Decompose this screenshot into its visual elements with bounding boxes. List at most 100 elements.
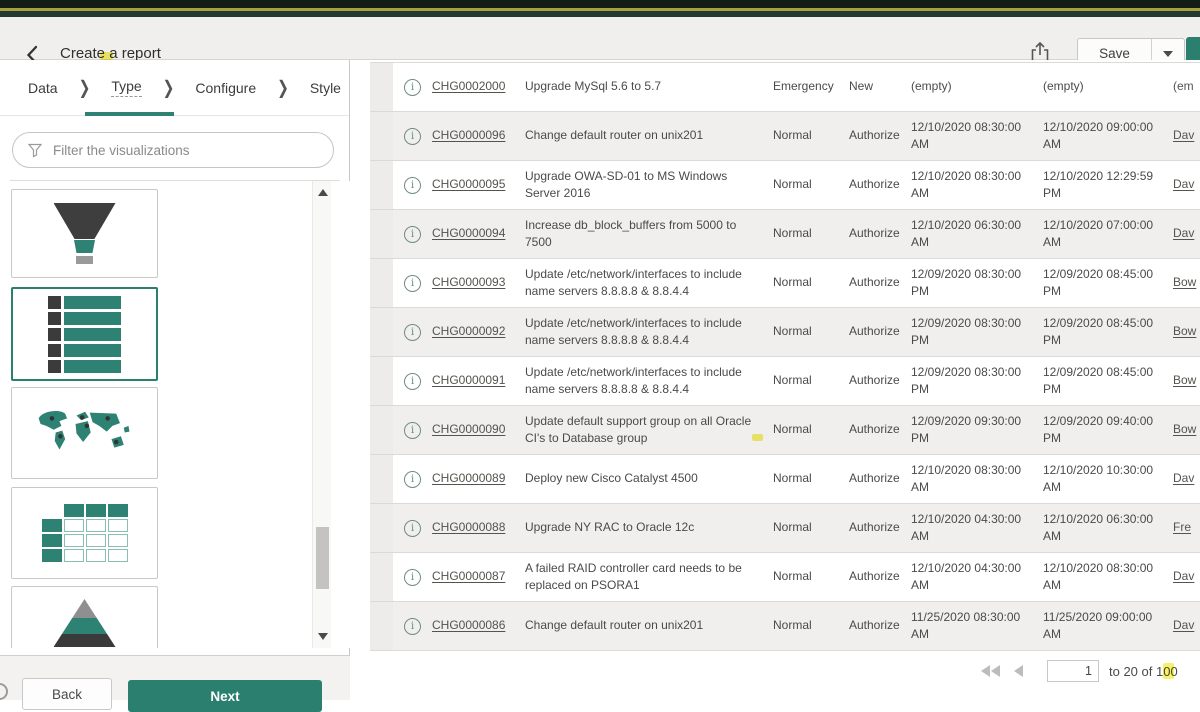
assigned-to-link[interactable]: Dav xyxy=(1173,568,1194,585)
row-info-cell: i xyxy=(393,259,432,307)
viz-card-map[interactable] xyxy=(11,387,158,479)
world-map-icon xyxy=(33,406,137,460)
viz-card-funnel[interactable] xyxy=(11,189,158,278)
state-cell: Authorize xyxy=(849,308,911,356)
change-number-cell: CHG0002000 xyxy=(432,63,525,111)
priority-cell: Normal xyxy=(773,357,849,405)
change-number-cell: CHG0000088 xyxy=(432,504,525,552)
step-data[interactable]: Data xyxy=(28,80,58,96)
viz-card-heatmap[interactable] xyxy=(11,487,158,579)
funnel-chart-icon xyxy=(54,203,116,264)
app-header: Create a report Save xyxy=(0,17,1200,60)
assigned-to-cell: Dav xyxy=(1173,210,1200,258)
info-icon[interactable]: i xyxy=(404,128,421,145)
assigned-to-link[interactable]: Fre xyxy=(1173,519,1191,536)
first-page-button[interactable] xyxy=(981,665,1000,677)
chevron-right-icon: ❯ xyxy=(277,76,289,98)
assigned-to-cell: Bow xyxy=(1173,259,1200,307)
priority-cell: Normal xyxy=(773,112,849,160)
assigned-to-link[interactable]: Dav xyxy=(1173,617,1194,634)
change-number-cell: CHG0000087 xyxy=(432,553,525,601)
assigned-to-link[interactable]: Bow xyxy=(1173,274,1196,291)
list-chart-icon xyxy=(48,296,121,373)
info-icon[interactable]: i xyxy=(404,275,421,292)
change-number-link[interactable]: CHG0000094 xyxy=(432,225,505,242)
row-gutter xyxy=(370,210,393,258)
assigned-to-link[interactable]: Dav xyxy=(1173,127,1194,144)
assigned-to-link[interactable]: Bow xyxy=(1173,421,1196,438)
change-number-link[interactable]: CHG0000088 xyxy=(432,519,505,536)
viz-card-list[interactable] xyxy=(11,287,158,381)
filter-input[interactable] xyxy=(53,143,333,158)
table-row: i CHG0000087 A failed RAID controller ca… xyxy=(370,553,1200,602)
assigned-to-link[interactable]: Bow xyxy=(1173,372,1196,389)
planned-start-cell: 12/09/2020 08:30:00 PM xyxy=(911,357,1043,405)
info-icon[interactable]: i xyxy=(404,471,421,488)
change-number-link[interactable]: CHG0000089 xyxy=(432,470,505,487)
change-number-cell: CHG0000086 xyxy=(432,602,525,650)
planned-end-cell: 11/25/2020 09:00:00 AM xyxy=(1043,602,1173,650)
visualization-filter[interactable] xyxy=(12,132,334,168)
row-info-cell: i xyxy=(393,63,432,111)
row-gutter xyxy=(370,455,393,503)
assigned-to-link[interactable]: Dav xyxy=(1173,225,1194,242)
info-icon[interactable]: i xyxy=(404,79,421,96)
priority-cell: Emergency xyxy=(773,63,849,111)
panel-scrollbar[interactable] xyxy=(312,181,331,648)
state-cell: Authorize xyxy=(849,553,911,601)
scroll-up-arrow-icon[interactable] xyxy=(318,189,328,196)
assigned-to-link[interactable]: Dav xyxy=(1173,176,1194,193)
change-number-link[interactable]: CHG0002000 xyxy=(432,78,505,95)
previous-page-button[interactable] xyxy=(1014,665,1023,677)
change-number-link[interactable]: CHG0000086 xyxy=(432,617,505,634)
assigned-to-link[interactable]: Bow xyxy=(1173,323,1196,340)
change-number-link[interactable]: CHG0000095 xyxy=(432,176,505,193)
change-number-cell: CHG0000089 xyxy=(432,455,525,503)
step-type[interactable]: Type xyxy=(111,78,141,97)
step-style[interactable]: Style xyxy=(310,80,341,96)
assigned-to-link[interactable]: (em xyxy=(1173,78,1194,95)
viz-card-pyramid[interactable] xyxy=(11,586,158,648)
info-icon[interactable]: i xyxy=(404,618,421,635)
active-step-indicator xyxy=(85,112,174,116)
change-number-link[interactable]: CHG0000092 xyxy=(432,323,505,340)
change-number-link[interactable]: CHG0000096 xyxy=(432,127,505,144)
report-preview-area: i CHG0002000 Upgrade MySql 5.6 to 5.7 Em… xyxy=(351,60,1200,700)
next-button[interactable]: Next xyxy=(128,680,322,712)
state-cell: Authorize xyxy=(849,161,911,209)
change-number-link[interactable]: CHG0000087 xyxy=(432,568,505,585)
info-icon[interactable]: i xyxy=(404,324,421,341)
back-button[interactable]: Back xyxy=(22,678,112,710)
info-icon[interactable]: i xyxy=(404,226,421,243)
info-icon[interactable]: i xyxy=(404,373,421,390)
assigned-to-cell: (em xyxy=(1173,63,1200,111)
info-icon[interactable]: i xyxy=(404,422,421,439)
planned-end-cell: 12/09/2020 08:45:00 PM xyxy=(1043,308,1173,356)
step-configure[interactable]: Configure xyxy=(195,80,256,96)
assigned-to-link[interactable]: Dav xyxy=(1173,470,1194,487)
change-number-link[interactable]: CHG0000091 xyxy=(432,372,505,389)
change-number-link[interactable]: CHG0000090 xyxy=(432,421,505,438)
info-icon[interactable]: i xyxy=(404,177,421,194)
page-number-input[interactable] xyxy=(1047,660,1099,682)
short-description-cell: A failed RAID controller card needs to b… xyxy=(525,553,773,601)
left-arrow-icon xyxy=(1014,665,1023,677)
chevron-right-icon: ❯ xyxy=(163,76,175,98)
priority-cell: Normal xyxy=(773,455,849,503)
table-row: i CHG0000095 Upgrade OWA-SD-01 to MS Win… xyxy=(370,161,1200,210)
pyramid-chart-icon xyxy=(54,599,116,647)
change-number-link[interactable]: CHG0000093 xyxy=(432,274,505,291)
scrollbar-thumb[interactable] xyxy=(316,527,329,589)
change-number-cell: CHG0000094 xyxy=(432,210,525,258)
row-info-cell: i xyxy=(393,455,432,503)
planned-start-cell: 11/25/2020 08:30:00 AM xyxy=(911,602,1043,650)
assigned-to-cell: Dav xyxy=(1173,553,1200,601)
row-gutter xyxy=(370,112,393,160)
info-icon[interactable]: i xyxy=(404,520,421,537)
assigned-to-cell: Dav xyxy=(1173,455,1200,503)
state-cell: Authorize xyxy=(849,112,911,160)
scroll-down-arrow-icon[interactable] xyxy=(318,633,328,640)
assigned-to-cell: Dav xyxy=(1173,112,1200,160)
state-cell: Authorize xyxy=(849,504,911,552)
info-icon[interactable]: i xyxy=(404,569,421,586)
